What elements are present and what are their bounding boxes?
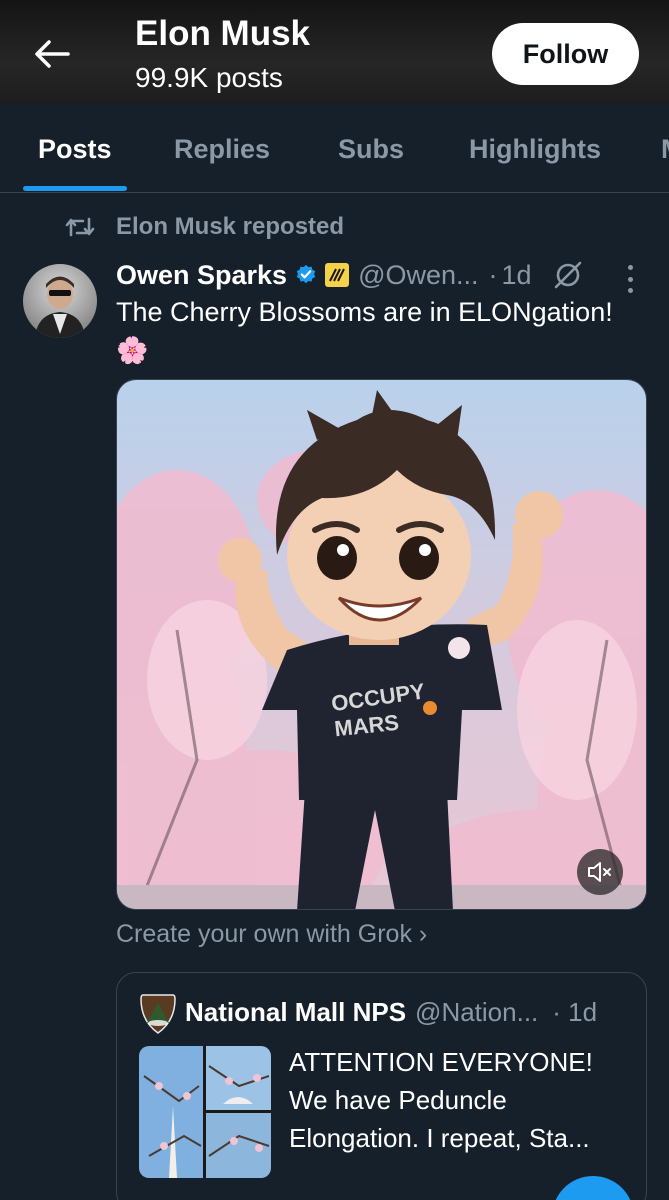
more-options-icon[interactable] <box>618 262 642 296</box>
avatar-image <box>35 276 85 338</box>
verified-badge-icon <box>296 264 316 284</box>
quoted-post-meta: National Mall NPS @Nation... · 1d <box>185 995 597 1029</box>
repost-icon <box>65 217 95 237</box>
create-with-grok-link[interactable]: Create your own with Grok › <box>116 920 427 949</box>
quoted-post-text: ATTENTION EVERYONE! We have Peduncle Elo… <box>289 1043 629 1157</box>
quoted-text-line-2: We have Peduncle <box>289 1085 507 1115</box>
quoted-text-line-1: ATTENTION EVERYONE! <box>289 1047 593 1077</box>
author-name[interactable]: Owen Sparks <box>116 260 287 291</box>
quoted-post-time: · 1d <box>552 996 598 1027</box>
author-handle[interactable]: @Owen... <box>358 260 478 291</box>
arrow-left-icon <box>35 40 70 68</box>
meta-separator: · <box>488 259 498 290</box>
tab-media[interactable]: M <box>661 134 669 165</box>
repost-label: Elon Musk reposted <box>116 213 345 240</box>
author-avatar[interactable] <box>23 264 97 338</box>
post-count: 99.9K posts <box>135 62 283 93</box>
volume-off-icon <box>588 862 611 882</box>
quoted-post[interactable]: National Mall NPS @Nation... · 1d ATTENT… <box>116 972 647 1200</box>
back-button[interactable] <box>28 30 76 78</box>
follow-button[interactable]: Follow <box>492 23 639 85</box>
profile-tabs: Posts Replies Subs Highlights M <box>0 104 669 193</box>
tab-highlights[interactable]: Highlights <box>469 134 601 165</box>
profile-name: Elon Musk <box>135 14 311 53</box>
mute-button[interactable] <box>577 849 623 895</box>
post-text: The Cherry Blossoms are in ELONgation! 🌸 <box>116 293 646 369</box>
tab-subs[interactable]: Subs <box>338 134 404 165</box>
post-body: The Cherry Blossoms are in ELONgation! <box>116 297 613 327</box>
active-tab-indicator <box>23 186 127 191</box>
post-meta: Owen Sparks @Owen... · 1d <box>116 256 584 294</box>
post-video[interactable]: OCCUPY MARS <box>116 379 647 910</box>
video-frame: OCCUPY MARS <box>117 380 646 909</box>
tab-posts[interactable]: Posts <box>38 134 112 165</box>
repost-context[interactable]: Elon Musk reposted <box>64 210 344 244</box>
grok-icon[interactable] <box>552 259 584 291</box>
tab-replies[interactable]: Replies <box>174 134 270 165</box>
profile-header: Elon Musk 99.9K posts Follow <box>0 0 669 104</box>
cherry-blossom-emoji: 🌸 <box>116 335 149 365</box>
quoted-text-line-3: Elongation. I repeat, Sta... <box>289 1123 590 1153</box>
post-time[interactable]: 1d <box>502 260 532 291</box>
quoted-author-name: National Mall NPS <box>185 996 407 1027</box>
affiliate-badge-icon <box>325 263 350 287</box>
nps-logo-icon <box>140 994 176 1034</box>
quoted-post-image <box>139 1046 271 1178</box>
quoted-author-handle: @Nation... <box>415 996 539 1027</box>
